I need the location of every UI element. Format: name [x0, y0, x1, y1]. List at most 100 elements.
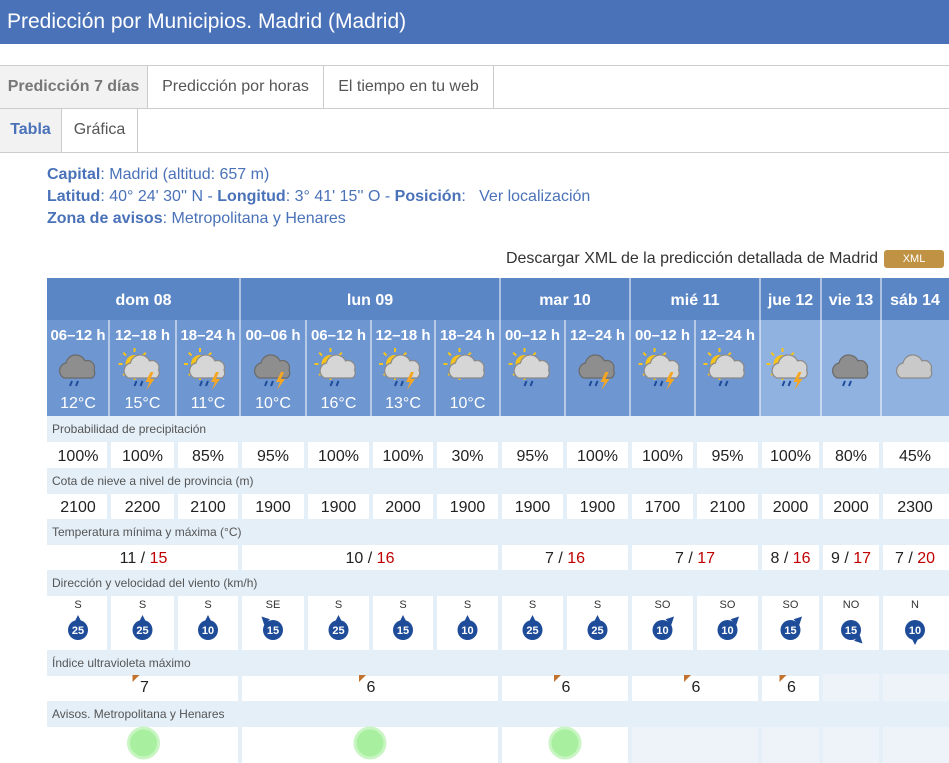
tab-tabla[interactable]: Tabla	[0, 109, 62, 152]
wind-direction: S	[335, 599, 342, 611]
wind-speed: 10	[721, 625, 733, 637]
wind-speed: 25	[591, 625, 603, 637]
wind-speed: 15	[397, 625, 409, 637]
row-label-precip: Probabilidad de precipitación	[52, 422, 206, 436]
temp-min-max: 7 / 20	[895, 550, 935, 567]
wind-speed: 25	[136, 625, 148, 637]
period-temp: 15°C	[125, 395, 161, 412]
temp-max: 17	[853, 550, 871, 567]
xml-button[interactable]: XML	[884, 249, 944, 268]
period-label: 18–24 h	[180, 327, 235, 344]
zone-value: Metropolitana y Henares	[171, 210, 346, 227]
period-label: 12–24 h	[700, 327, 755, 344]
row-label-aviso: Avisos. Metropolitana y Henares	[52, 707, 225, 721]
wind-direction: S	[139, 599, 146, 611]
capital-line: Capital: Madrid (altitud: 657 m)	[47, 166, 270, 183]
temp-max: 16	[377, 550, 395, 567]
period-temp: 10°C	[450, 395, 486, 412]
wind-direction: NO	[843, 599, 860, 611]
temp-min-max: 10 / 16	[346, 550, 395, 567]
period-temp: 13°C	[385, 395, 421, 412]
aviso-green-icon	[353, 726, 387, 760]
ver-localizacion-link[interactable]: Ver localización	[479, 188, 590, 205]
period-temp: 11°C	[191, 395, 226, 412]
period-label: 06–12 h	[311, 327, 366, 344]
row-label-uv: Índice ultravioleta máximo	[52, 655, 191, 670]
aviso-empty-cell	[630, 727, 760, 763]
wind-speed: 15	[267, 625, 279, 637]
snow-value: 1900	[450, 499, 486, 516]
location-info: Capital: Madrid (altitud: 657 m) Latitud…	[47, 164, 590, 230]
temp-min-max: 9 / 17	[831, 550, 871, 567]
wind-direction: SO	[720, 599, 736, 611]
temp-max: 16	[567, 550, 585, 567]
precip-value: 100%	[577, 448, 618, 465]
aviso-empty-cell	[881, 727, 949, 763]
uv-marker-icon	[554, 675, 561, 682]
precip-value: 100%	[642, 448, 683, 465]
tab-grafica[interactable]: Gráfica	[62, 109, 138, 152]
period-temp: 10°C	[255, 395, 291, 412]
tab-prediccion-por-horas[interactable]: Predicción por horas	[148, 66, 324, 108]
temp-min-max: 8 / 16	[770, 550, 810, 567]
period-label: 18–24 h	[440, 327, 495, 344]
temp-min: 10	[346, 550, 364, 567]
precip-value: 95%	[516, 448, 548, 465]
forecast-table: dom 08 lun 09 mar 10 mié 11 jue 12 vie 13 sáb …	[47, 278, 949, 763]
wind-direction: S	[529, 599, 536, 611]
precip-value: 100%	[122, 448, 163, 465]
tab-prediccion-7-dias[interactable]: Predicción 7 días	[0, 66, 148, 108]
period-label: 06–12 h	[50, 327, 105, 344]
snow-value: 1900	[580, 499, 616, 516]
wind-direction: S	[74, 599, 81, 611]
temp-sep: /	[904, 550, 917, 567]
row-label-wind: Dirección y velocidad del viento (km/h)	[52, 576, 257, 590]
temp-min: 9	[831, 550, 840, 567]
temp-sep: /	[779, 550, 792, 567]
temp-min-max: 7 / 16	[545, 550, 585, 567]
period-label: 00–06 h	[245, 327, 300, 344]
period-temp: 12°C	[60, 395, 96, 412]
period-label: 12–24 h	[570, 327, 625, 344]
zone-label: Zona de avisos	[47, 210, 163, 227]
uv-marker-icon	[779, 675, 787, 682]
longitude-label: Longitud	[217, 188, 286, 205]
uv-empty-cell	[821, 674, 881, 701]
temp-max: 15	[150, 550, 168, 567]
day-label: sáb 14	[890, 292, 940, 309]
wind-direction: SO	[783, 599, 799, 611]
longitude-value: 3° 41' 15'' O -	[294, 188, 395, 205]
zone-line: Zona de avisos: Metropolitana y Henares	[47, 210, 346, 227]
precip-value: 45%	[899, 448, 931, 465]
temp-min-max: 11 / 15	[120, 550, 168, 567]
position-label: Posición	[394, 188, 462, 205]
day-label: lun 09	[347, 292, 393, 309]
snow-value: 2100	[710, 499, 746, 516]
wind-speed: 10	[202, 625, 214, 637]
aviso-green-icon	[127, 726, 160, 760]
uv-marker-icon	[359, 675, 366, 682]
wind-speed: 15	[845, 625, 857, 637]
day-label: jue 12	[767, 292, 813, 309]
wind-speed: 10	[909, 625, 921, 637]
download-xml-text[interactable]: Descargar XML de la predicción detallada…	[506, 250, 878, 267]
period-temp: 16°C	[321, 395, 357, 412]
period-label: 00–12 h	[505, 327, 560, 344]
row-label-snow: Cota de nieve a nivel de provincia (m)	[52, 474, 253, 488]
capital-value: Madrid (altitud: 657 m)	[109, 166, 270, 183]
snow-value: 2300	[897, 499, 933, 516]
precip-value: 100%	[383, 448, 424, 465]
temp-max: 17	[697, 550, 715, 567]
temp-min: 7	[675, 550, 684, 567]
capital-label: Capital	[47, 166, 101, 183]
temp-max: 16	[793, 550, 811, 567]
snow-value: 1900	[321, 499, 357, 516]
latitude-value: 40° 24' 30'' N -	[109, 188, 218, 205]
period-label: 12–18 h	[115, 327, 170, 344]
temp-sep: /	[684, 550, 697, 567]
uv-value: 7	[140, 679, 149, 696]
uv-marker-icon	[132, 675, 140, 682]
tab-tiempo-en-tu-web[interactable]: El tiempo en tu web	[324, 66, 494, 108]
day-header-row	[47, 278, 949, 320]
coordinates-line: Latitud: 40° 24' 30'' N - Longitud: 3° 4…	[47, 188, 591, 205]
